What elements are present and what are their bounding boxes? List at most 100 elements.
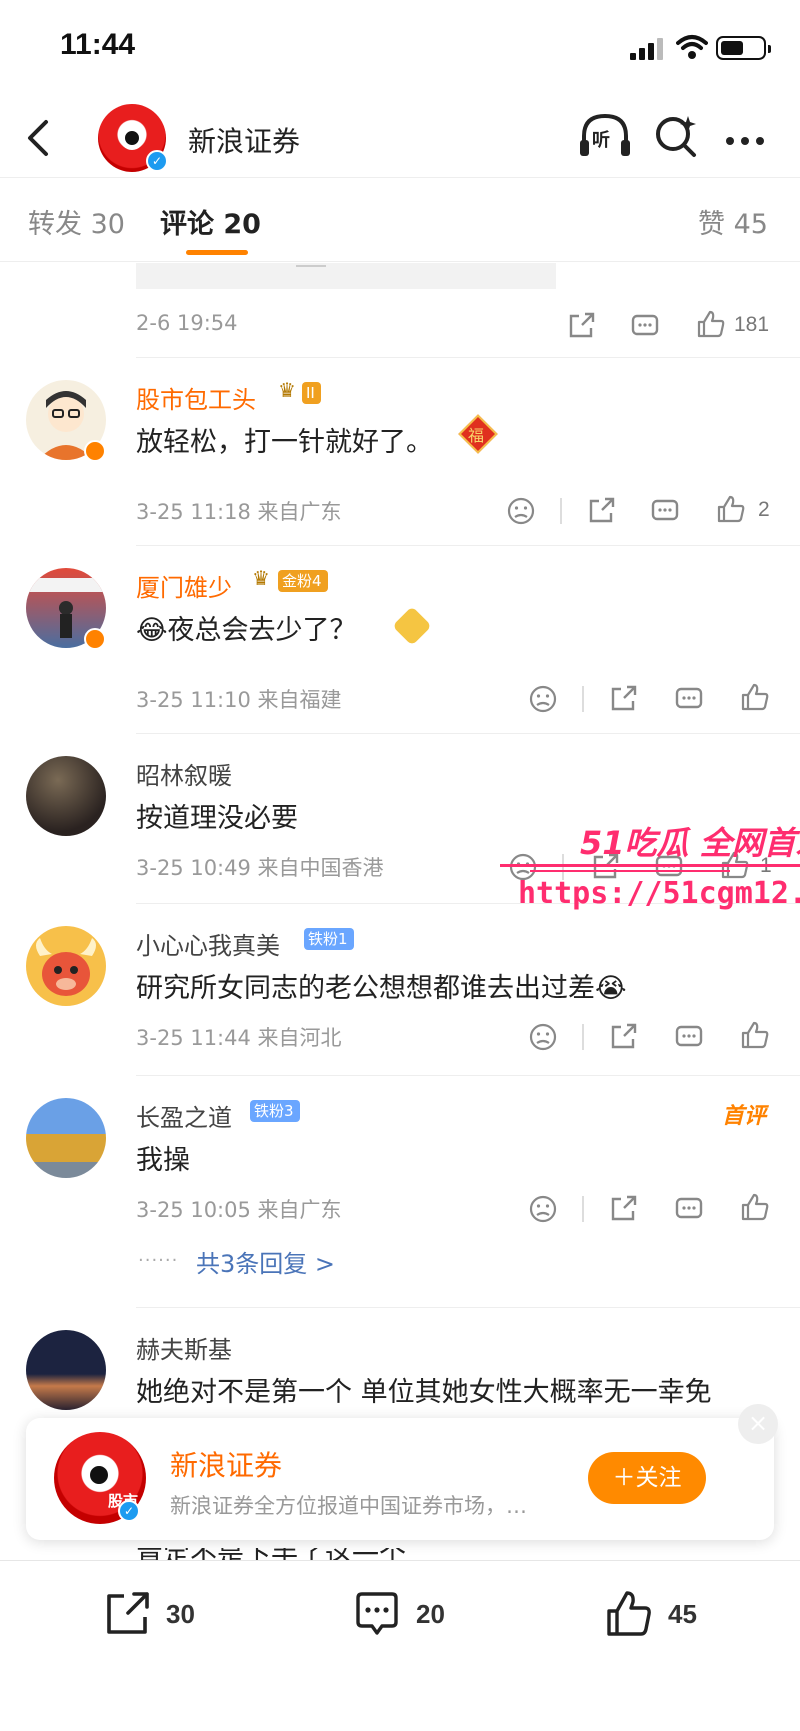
like-count: 45 [668,1599,697,1629]
comment-text: 研究所女同志的老公想想都谁去出过差😭 [136,973,627,1004]
repost-icon [107,1592,149,1634]
comment-meta: 3-25 11:44 来自河北 [136,1026,342,1050]
share-icon[interactable] [608,684,638,714]
more-options-icon[interactable] [726,130,774,145]
reply-icon[interactable] [650,496,680,526]
comment-meta: 3-25 11:10 来自福建 [136,688,342,712]
signal-icon [630,38,663,60]
like-icon[interactable] [740,1192,770,1222]
comment-button[interactable]: 20 [352,1589,472,1645]
comment-text: 她绝对不是第一个 单位其她女性大概率无一幸免 [136,1377,712,1408]
fan-badge[interactable]: 铁粉3 [250,1100,300,1122]
reply-icon[interactable] [674,684,704,714]
like-icon[interactable] [696,309,726,339]
comment-meta: 3-25 10:05 来自广东 [136,1198,342,1222]
repost-count: 30 [166,1599,195,1629]
comment-time: 2-6 19:54 [136,311,238,335]
battery-icon [716,36,771,60]
view-replies-link[interactable]: 共3条回复 > [196,1244,335,1279]
first-comment-label: 首评 [722,1104,767,1129]
status-bar: 11:44 [0,0,800,100]
username[interactable]: 昭林叙暖 [136,756,232,791]
watermark-url: https://51cgm12.com [518,876,800,911]
verified-icon: ✓ [146,150,168,172]
listen-label: 听 [592,130,610,151]
comment-text: 😂夜总会去少了？ [136,615,357,646]
follow-suggestion-card[interactable]: 股市 ✓ 新浪证券 新浪证券全方位报道中国证券市场，… ＋关注 × [26,1404,778,1540]
like-icon [607,1591,651,1636]
like-count: 181 [734,313,770,336]
like-icon[interactable] [740,1020,770,1050]
user-badge-icon [84,440,106,462]
eye-logo-icon [120,126,144,150]
user-avatar[interactable] [26,756,106,836]
reply-icon[interactable] [674,1022,704,1052]
nav-bar: ✓ 新浪证券 听 [0,100,800,178]
comment-icon [356,1592,398,1635]
user-avatar[interactable] [26,926,106,1006]
username[interactable]: 厦门雄少 [136,568,232,603]
comment-text: 放轻松，打一针就好了。 [136,427,433,458]
crown-icon: ♛ [278,378,296,402]
share-icon[interactable] [586,496,616,526]
comment-item: 股市包工头 ♛ II 放轻松，打一针就好了。 福 3-25 11:18 来自广东… [0,358,800,546]
username[interactable]: 小心心我真美 [136,926,280,961]
battery-level [721,41,743,55]
tab-bar: 转发 30 评论 20 赞 45 [0,180,800,262]
fan-badge[interactable]: 铁粉1 [304,928,354,950]
eye-logo-icon [84,1460,114,1490]
like-icon[interactable] [716,494,746,524]
comment-list[interactable]: 2-6 19:54 181 股市包工头 ♛ II 放轻松，打一针就好了。 福 3… [0,263,800,1563]
dislike-icon[interactable] [506,496,536,526]
share-icon[interactable] [608,1194,638,1224]
listen-button[interactable]: 听 [578,112,632,160]
card-account-name[interactable]: 新浪证券 [170,1444,282,1484]
back-arrow-icon[interactable] [20,116,60,160]
reply-icon[interactable] [630,311,660,341]
watermark-title: 51吃瓜 全网首发 [580,824,800,862]
like-count: 2 [758,498,770,521]
wifi-icon [676,35,708,59]
close-icon[interactable]: × [738,1404,778,1444]
user-avatar[interactable] [26,1330,106,1410]
comment-text: 我操 [136,1145,190,1176]
follow-button[interactable]: ＋关注 [588,1452,706,1504]
gold-medal-icon [392,606,432,646]
reply-dots: ······ [138,1250,179,1271]
card-avatar[interactable]: 股市 ✓ [54,1432,146,1524]
active-tab-indicator [186,250,248,255]
like-icon[interactable] [740,682,770,712]
quoted-content-box[interactable] [136,263,556,289]
dislike-icon[interactable] [528,1022,558,1052]
tab-reposts[interactable]: 转发 30 [28,202,125,241]
like-button[interactable]: 45 [604,1589,724,1645]
watermark-overlay: 51吃瓜 全网首发 https://51cgm12.com [500,818,800,938]
fan-badge[interactable]: II [302,382,321,404]
account-name[interactable]: 新浪证券 [188,120,300,160]
user-avatar[interactable] [26,1098,106,1178]
account-avatar[interactable]: ✓ [98,104,168,172]
comment-meta: 3-25 11:18 来自广东 [136,500,342,524]
tab-comments[interactable]: 评论 20 [160,202,261,241]
user-badge-icon [84,628,106,650]
repost-button[interactable]: 30 [102,1589,222,1645]
username[interactable]: 赫夫斯基 [136,1330,232,1365]
card-description: 新浪证券全方位报道中国证券市场，… [170,1494,527,1518]
fan-badge[interactable]: 金粉4 [278,570,328,592]
comment-meta: 3-25 10:49 来自中国香港 [136,856,384,880]
dislike-icon[interactable] [528,684,558,714]
dislike-icon[interactable] [528,1194,558,1224]
share-icon[interactable] [566,311,596,341]
reply-icon[interactable] [674,1194,704,1224]
bottom-action-bar: 30 20 45 [0,1560,800,1731]
crown-icon: ♛ [252,566,270,590]
share-icon[interactable] [608,1022,638,1052]
search-icon[interactable] [654,114,698,158]
fu-decoration-icon: 福 [446,414,500,458]
comment-item: 厦门雄少 ♛ 金粉4 😂夜总会去少了？ 3-25 11:10 来自福建 [0,546,800,734]
username[interactable]: 股市包工头 [136,380,256,415]
comment-count: 20 [416,1599,445,1629]
username[interactable]: 长盈之道 [136,1098,232,1133]
verified-icon: ✓ [118,1500,140,1522]
tab-likes[interactable]: 赞 45 [698,202,768,241]
